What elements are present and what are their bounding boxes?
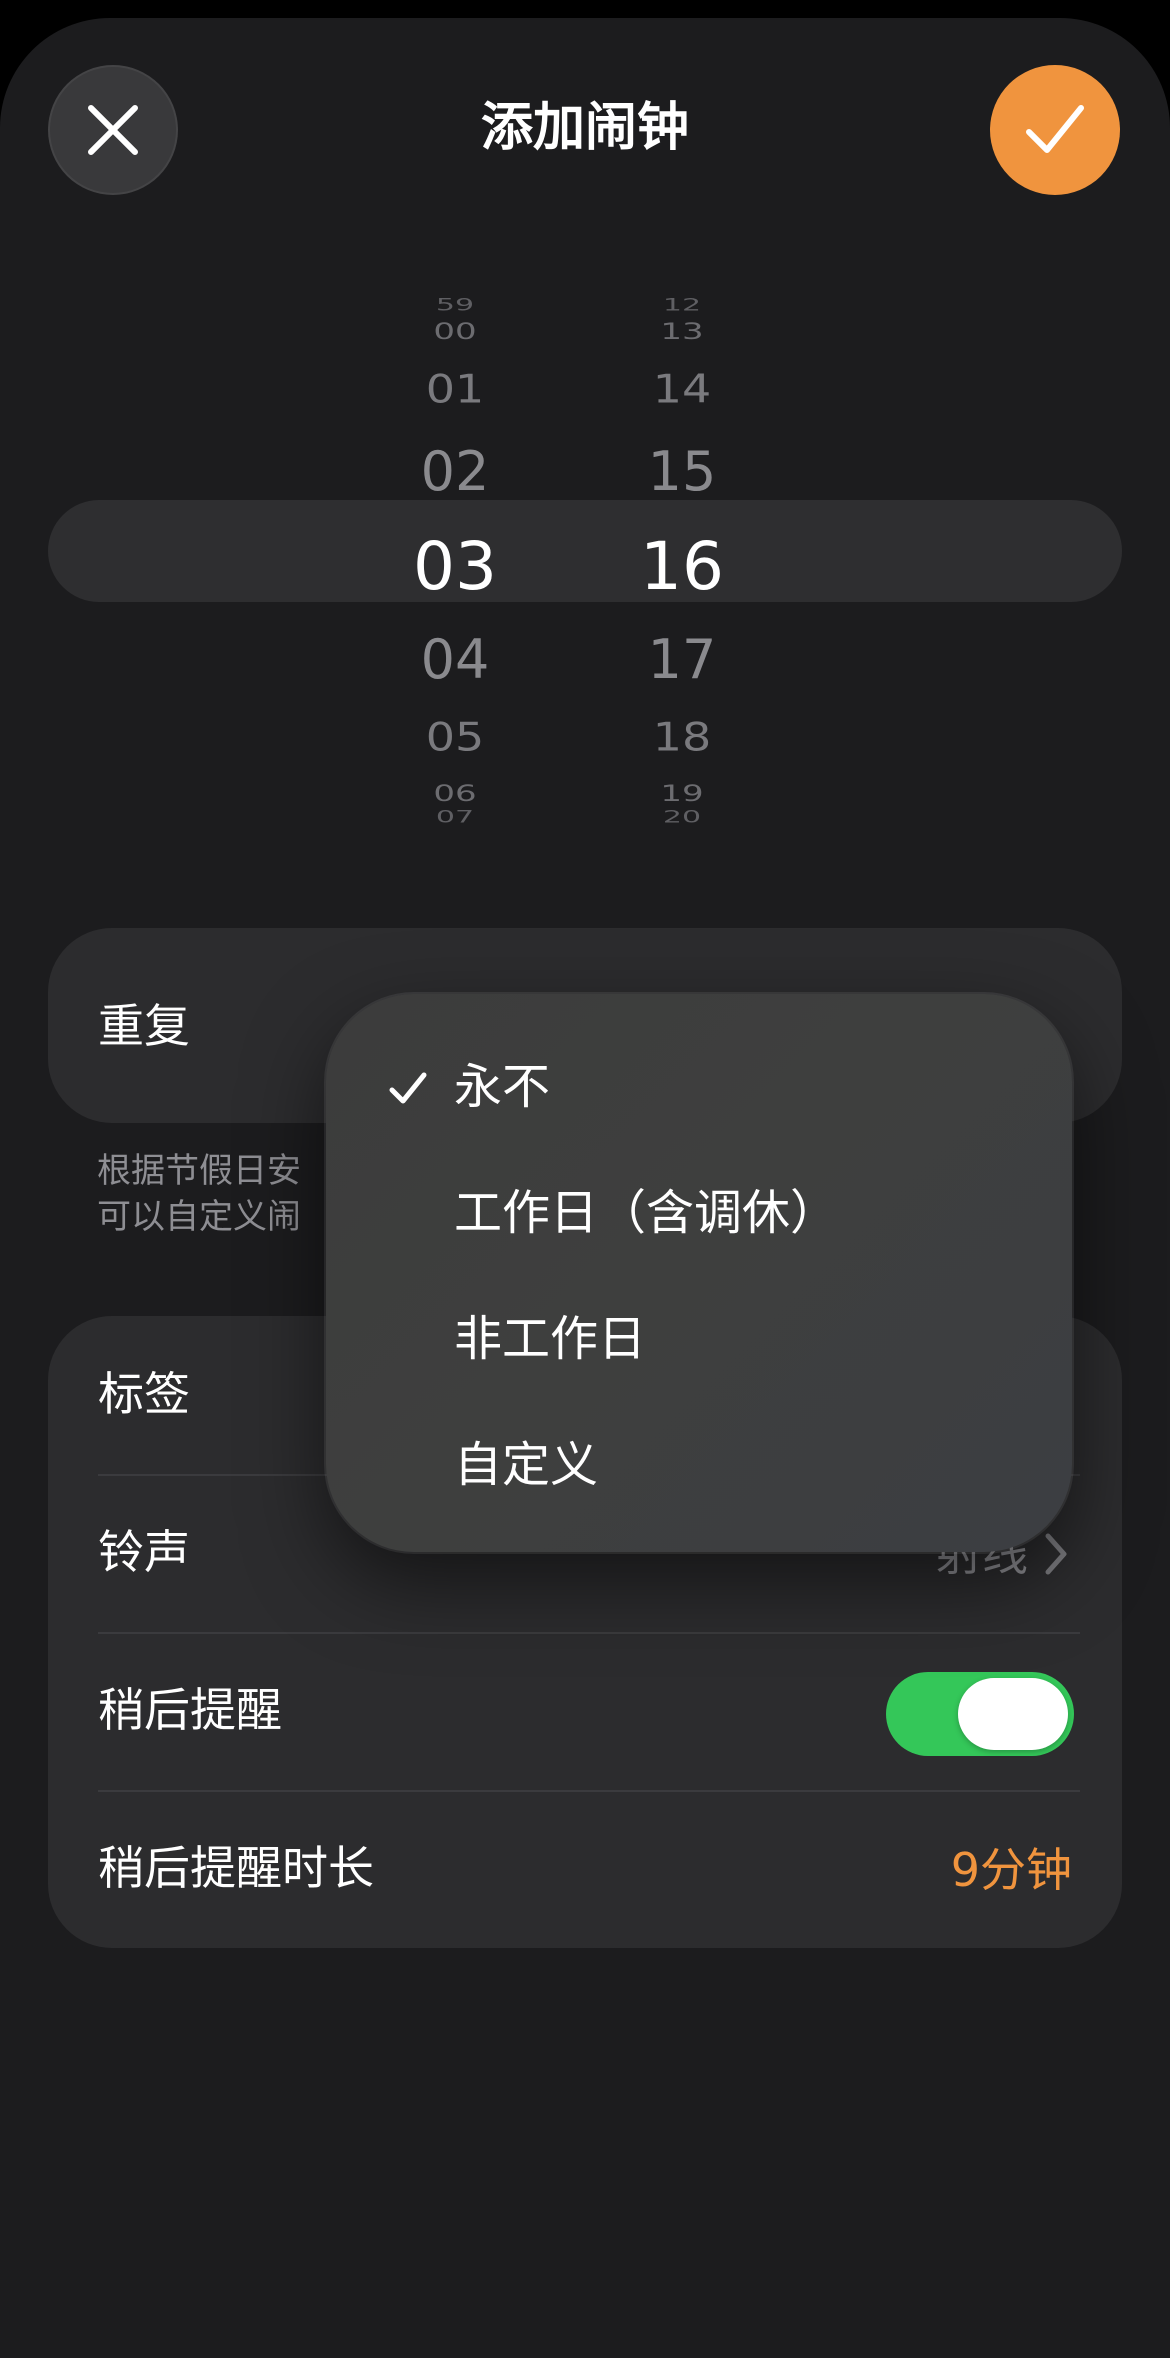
- confirm-button[interactable]: [990, 65, 1120, 195]
- minute-option[interactable]: 17: [582, 628, 782, 691]
- minute-option[interactable]: 13: [582, 319, 782, 345]
- minute-wheel[interactable]: 12 13 14 15 16 17 18 19 20: [582, 280, 782, 830]
- label-row-title: 标签: [98, 1367, 190, 1421]
- ringtone-label: 铃声: [98, 1525, 190, 1579]
- hour-option[interactable]: 00: [355, 319, 555, 345]
- add-alarm-sheet: 添加闹钟 59 00 01 02 03 04 05 06 07 12 13 14…: [0, 18, 1170, 2358]
- hour-option[interactable]: 07: [355, 808, 555, 827]
- hour-option[interactable]: 05: [355, 714, 555, 760]
- snooze-row: 稍后提醒: [48, 1632, 1122, 1790]
- hour-option[interactable]: 59: [355, 296, 555, 315]
- snooze-toggle-knob: [958, 1678, 1068, 1750]
- snooze-label: 稍后提醒: [98, 1683, 282, 1737]
- snooze-duration-row[interactable]: 稍后提醒时长 9分钟: [48, 1790, 1122, 1948]
- selected-hour[interactable]: 03: [355, 528, 555, 605]
- menu-item-workdays[interactable]: 工作日（含调休）: [326, 1160, 1072, 1270]
- minute-option[interactable]: 19: [582, 781, 782, 807]
- menu-item-label: 非工作日: [454, 1311, 647, 1367]
- chevron-right-icon: [1045, 1533, 1067, 1575]
- snooze-duration-label: 稍后提醒时长: [98, 1841, 374, 1895]
- selected-minute[interactable]: 16: [582, 528, 782, 605]
- minute-option[interactable]: 18: [582, 714, 782, 760]
- checkmark-icon: [1026, 105, 1084, 153]
- menu-item-label: 自定义: [454, 1437, 599, 1493]
- minute-option[interactable]: 15: [582, 440, 782, 503]
- snooze-toggle[interactable]: [886, 1672, 1074, 1756]
- repeat-options-menu: 永不 工作日（含调休） 非工作日 自定义: [326, 994, 1072, 1552]
- snooze-duration-value: 9分钟: [950, 1843, 1072, 1897]
- hour-wheel[interactable]: 59 00 01 02 03 04 05 06 07: [355, 280, 555, 830]
- menu-item-label: 工作日（含调休）: [454, 1185, 839, 1241]
- menu-item-custom[interactable]: 自定义: [326, 1412, 1072, 1522]
- menu-item-never[interactable]: 永不: [326, 1034, 1072, 1144]
- hour-option[interactable]: 01: [355, 366, 555, 412]
- minute-option[interactable]: 14: [582, 366, 782, 412]
- minute-option[interactable]: 12: [582, 296, 782, 315]
- repeat-label: 重复: [98, 999, 190, 1053]
- hour-option[interactable]: 04: [355, 628, 555, 691]
- minute-option[interactable]: 20: [582, 808, 782, 827]
- menu-item-label: 永不: [454, 1059, 551, 1115]
- checkmark-icon: [389, 1072, 427, 1104]
- menu-item-non-workdays[interactable]: 非工作日: [326, 1286, 1072, 1396]
- hour-option[interactable]: 06: [355, 781, 555, 807]
- hour-option[interactable]: 02: [355, 440, 555, 503]
